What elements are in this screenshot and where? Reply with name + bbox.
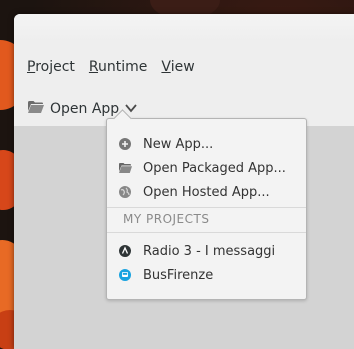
menu-project-label: roject [35, 59, 75, 75]
menu-project[interactable]: Project [20, 59, 82, 75]
globe-icon [107, 186, 143, 198]
menu-item-open-hosted-app[interactable]: Open Hosted App... [107, 180, 306, 204]
project-label: BusFirenze [143, 267, 214, 283]
project-item-busfirenze[interactable]: BusFirenze [107, 263, 306, 287]
plus-circle-icon [107, 138, 143, 150]
menu-runtime-label: untime [98, 59, 148, 75]
menu-view-label: iew [170, 59, 195, 75]
menu-view-mnemonic: V [161, 59, 171, 75]
section-header-my-projects: MY PROJECTS [123, 212, 210, 226]
menu-runtime-mnemonic: R [88, 59, 99, 75]
project-item-radio3[interactable]: Radio 3 - I messaggi [107, 239, 306, 263]
menu-item-new-app[interactable]: New App... [107, 132, 306, 156]
open-app-label: Open App [50, 101, 120, 117]
menu-separator [107, 207, 306, 208]
folder-icon [107, 163, 143, 173]
menu-item-label: Open Hosted App... [143, 184, 270, 200]
menu-separator [107, 232, 306, 233]
title-bar[interactable] [14, 14, 354, 42]
menu-item-label: New App... [143, 136, 214, 152]
folder-icon [28, 101, 44, 117]
bus-icon [107, 269, 143, 281]
menu-project-mnemonic: P [27, 59, 36, 75]
menu-view[interactable]: View [154, 59, 201, 75]
open-app-popup-menu: New App... Open Packaged App... Open Hos… [106, 109, 307, 300]
menu-bar: Project Runtime View [14, 42, 354, 92]
menu-item-label: Open Packaged App... [143, 160, 286, 176]
project-label: Radio 3 - I messaggi [143, 243, 276, 259]
app-icon [107, 245, 143, 257]
menu-item-open-packaged-app[interactable]: Open Packaged App... [107, 156, 306, 180]
menu-runtime[interactable]: Runtime [82, 59, 155, 75]
